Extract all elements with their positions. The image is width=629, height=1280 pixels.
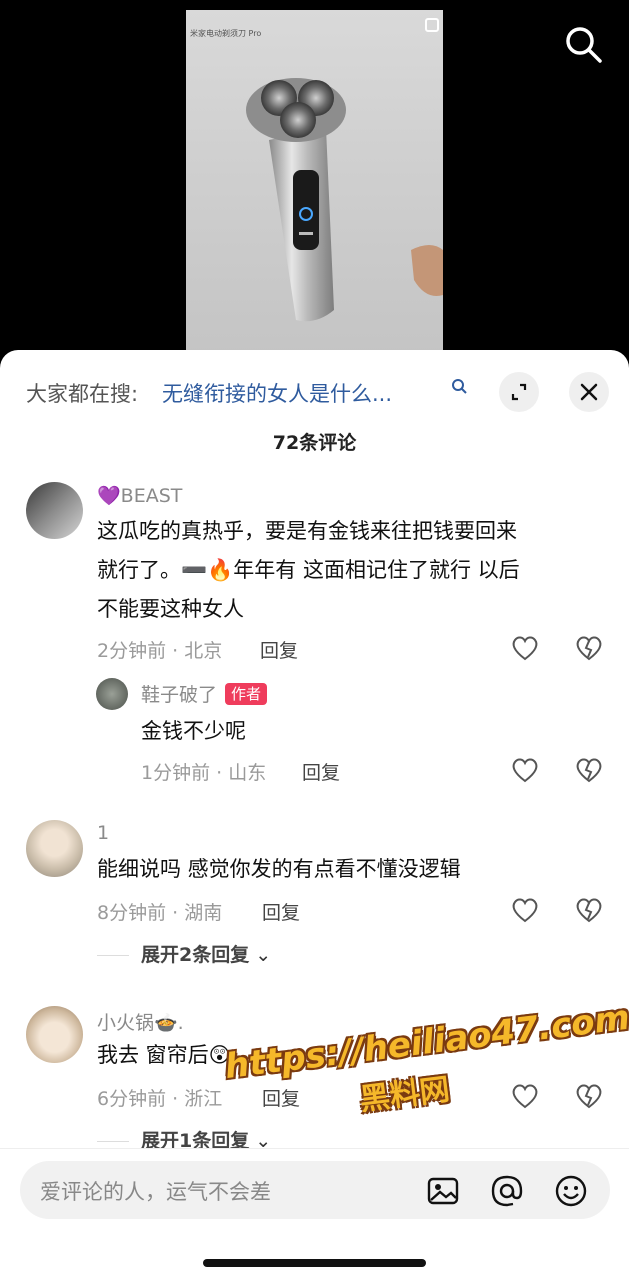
like-icon[interactable] — [510, 634, 540, 662]
search-icon[interactable] — [563, 24, 603, 64]
home-indicator — [203, 1259, 426, 1267]
mention-icon[interactable] — [490, 1174, 524, 1208]
trending-search-prefix: 大家都在搜: — [26, 382, 139, 406]
dislike-icon[interactable] — [574, 1082, 604, 1110]
comment-input-bar: 爱评论的人，运气不会差 — [0, 1148, 629, 1280]
comment-text: 这瓜吃的真热乎，要是有金钱来往把钱要回来 就行了。➖🔥年年有 这面相记住了就行 … — [97, 512, 520, 629]
comment-text: 能细说吗 感觉你发的有点看不懂没逻辑 — [97, 857, 461, 881]
username[interactable]: 1 — [97, 822, 109, 844]
comment-count: 72条评论 — [272, 432, 357, 454]
divider — [97, 955, 129, 956]
fullscreen-button[interactable] — [499, 372, 539, 412]
divider — [97, 1141, 129, 1142]
search-small-icon[interactable] — [451, 378, 469, 396]
video-frame: 米家电动剃须刀 Pro — [186, 10, 443, 360]
expand-replies-label: 展开2条回复 — [141, 944, 250, 966]
reply-button[interactable]: 回复 — [262, 1084, 300, 1111]
username[interactable]: 💜BEAST — [97, 484, 182, 507]
comment-sheet: 大家都在搜: 无缝衔接的女人是什么... 72条评论 💜BEAST 这瓜吃的真热… — [0, 350, 629, 1280]
time-location: 2分钟前 · 北京 — [97, 640, 223, 662]
comment-line: 这瓜吃的真热乎，要是有金钱来往把钱要回来 — [97, 519, 517, 543]
avatar[interactable] — [96, 678, 128, 710]
image-icon[interactable] — [426, 1174, 460, 1208]
comment-line: 不能要这种女人 — [97, 597, 244, 621]
like-icon[interactable] — [510, 1082, 540, 1110]
comment-input[interactable]: 爱评论的人，运气不会差 — [20, 1161, 610, 1219]
time-location: 8分钟前 · 湖南 — [97, 902, 223, 924]
like-icon[interactable] — [510, 756, 540, 784]
reply-button[interactable]: 回复 — [260, 636, 298, 663]
dislike-icon[interactable] — [574, 756, 604, 784]
avatar[interactable] — [26, 482, 83, 539]
comment-text: 金钱不少呢 — [141, 719, 246, 743]
reply-button[interactable]: 回复 — [302, 758, 340, 785]
close-icon — [580, 383, 598, 401]
time-location: 6分钟前 · 浙江 — [97, 1088, 223, 1110]
expand-icon — [511, 383, 527, 401]
username[interactable]: 小火锅🍲. — [97, 1008, 184, 1035]
reply-button[interactable]: 回复 — [262, 898, 300, 925]
trending-search-query[interactable]: 无缝衔接的女人是什么... — [162, 378, 462, 408]
author-badge: 作者 — [225, 683, 268, 705]
avatar[interactable] — [26, 820, 83, 877]
dislike-icon[interactable] — [574, 896, 604, 924]
shaver-image — [246, 78, 443, 322]
like-icon[interactable] — [510, 896, 540, 924]
close-button[interactable] — [569, 372, 609, 412]
comment-text: 我去 窗帘后😲 — [97, 1043, 231, 1067]
video-player[interactable]: 米家电动剃须刀 Pro — [0, 0, 629, 360]
chevron-down-icon: ⌄ — [249, 944, 272, 966]
emoji-icon[interactable] — [554, 1174, 588, 1208]
trending-search-bar[interactable]: 大家都在搜: 无缝衔接的女人是什么... — [26, 372, 609, 412]
avatar[interactable] — [26, 1006, 83, 1063]
comment-input-placeholder: 爱评论的人，运气不会差 — [40, 1180, 271, 1204]
username[interactable]: 鞋子破了 作者 — [141, 680, 268, 707]
dislike-icon[interactable] — [574, 634, 604, 662]
time-location: 1分钟前 · 山东 — [141, 762, 267, 784]
comment-line: 就行了。➖🔥年年有 这面相记住了就行 以后 — [97, 558, 520, 582]
username-text: 鞋子破了 — [141, 684, 218, 706]
expand-replies-button[interactable]: 展开2条回复 ⌄ — [97, 940, 271, 967]
